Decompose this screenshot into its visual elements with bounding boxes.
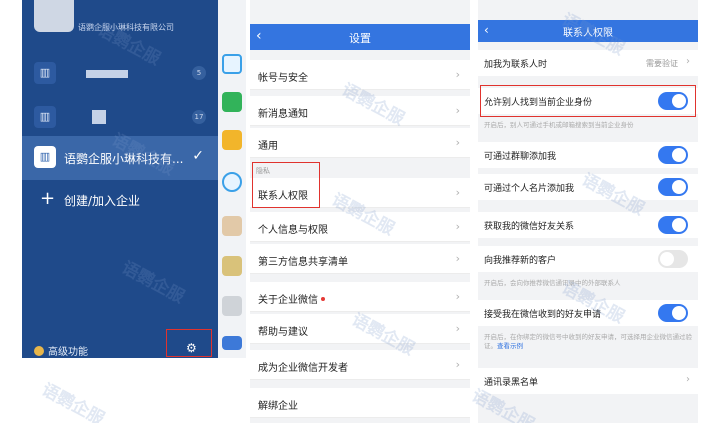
chevron-right-icon: › <box>455 220 460 233</box>
chevron-right-icon: › <box>455 68 460 81</box>
item-label: 第三方信息共享清单 <box>258 257 348 268</box>
row-label: 可通过个人名片添加我 <box>484 184 575 194</box>
row-label: 获取我的微信好友关系 <box>484 222 575 232</box>
company-row-2[interactable]: ▥ 17 <box>22 96 218 140</box>
company-row-1[interactable]: ▥ 5 <box>22 52 218 96</box>
new-dot-icon <box>321 297 325 301</box>
item-label: 解绑企业 <box>258 401 298 412</box>
create-join-row[interactable]: + 创建/加入企业 <box>22 178 218 222</box>
view-example-link[interactable]: 查看示例 <box>497 342 523 350</box>
plus-icon: + <box>40 188 56 209</box>
chevron-right-icon: › <box>455 358 460 371</box>
app-icon[interactable] <box>222 216 242 236</box>
settings-panel: ‹ 设置 帐号与安全 › 新消息通知 › 通用 › 隐私 联系人权限 › 个人信… <box>250 0 470 423</box>
chevron-right-icon: › <box>686 56 690 67</box>
settings-item-third-party[interactable]: 第三方信息共享清单 › <box>250 244 470 274</box>
add-contact-row[interactable]: 加我为联系人时 需要验证 › <box>478 50 698 76</box>
group-add-row: 可通过群聊添加我 <box>478 142 698 168</box>
building-icon: ▥ <box>34 62 56 84</box>
permissions-header: ‹ 联系人权限 <box>478 20 698 42</box>
row-value: 需要验证 <box>646 59 678 68</box>
settings-title: 设置 <box>349 32 371 45</box>
app-icon[interactable] <box>222 54 242 74</box>
building-icon: ▥ <box>34 146 56 168</box>
card-add-toggle[interactable] <box>658 178 688 196</box>
check-icon: ✓ <box>192 148 204 164</box>
chevron-right-icon: › <box>686 374 690 385</box>
group-add-toggle[interactable] <box>658 146 688 164</box>
item-label: 帐号与安全 <box>258 73 308 84</box>
permissions-panel: ‹ 联系人权限 加我为联系人时 需要验证 › 允许别人找到当前企业身份 开启后，… <box>478 0 698 423</box>
blacklist-row[interactable]: 通讯录黑名单 › <box>478 368 698 394</box>
card-add-row: 可通过个人名片添加我 <box>478 174 698 200</box>
recommend-row: 向我推荐新的客户 <box>478 246 698 272</box>
about-label: 关于企业微信 <box>258 295 318 306</box>
blurred-name <box>86 70 128 78</box>
wechat-friends-toggle[interactable] <box>658 216 688 234</box>
settings-item-logout[interactable]: 解绑企业 <box>250 388 470 418</box>
app-icon[interactable] <box>222 256 242 276</box>
chevron-right-icon: › <box>455 290 460 303</box>
settings-item-notify[interactable]: 新消息通知 › <box>250 96 470 126</box>
top-company-name: 语鹦企服小琳科技有限公司 <box>78 23 174 32</box>
settings-item-personal[interactable]: 个人信息与权限 › <box>250 212 470 242</box>
chevron-right-icon: › <box>455 186 460 199</box>
settings-item-about[interactable]: 关于企业微信 › <box>250 282 470 312</box>
create-join-label: 创建/加入企业 <box>64 194 141 208</box>
accept-requests-toggle[interactable] <box>658 304 688 322</box>
gear-icon[interactable]: ⚙ <box>186 341 197 355</box>
drawer-panel: 语鹦企服小琳科技有限公司 ▥ 5 ▥ 17 ▥ 语鹦企服小琳科技有... ✓ +… <box>0 0 246 423</box>
contact-app-icon[interactable] <box>222 92 242 112</box>
settings-item-account[interactable]: 帐号与安全 › <box>250 60 470 90</box>
recommend-toggle[interactable] <box>658 250 688 268</box>
chevron-right-icon: › <box>455 322 460 335</box>
item-label: 成为企业微信开发者 <box>258 363 348 374</box>
item-label: 通用 <box>258 141 278 152</box>
doc-app-icon[interactable] <box>222 130 242 150</box>
unread-badge: 5 <box>192 66 206 80</box>
app-icon[interactable] <box>222 296 242 316</box>
company-avatar <box>34 0 74 32</box>
row-label: 通讯录黑名单 <box>484 378 539 388</box>
row-label: 可通过群聊添加我 <box>484 152 557 162</box>
row-label: 接受我在微信收到的好友申请 <box>484 310 602 320</box>
active-company-name: 语鹦企服小琳科技有... <box>64 152 184 166</box>
advanced-label: 高级功能 <box>48 347 88 358</box>
advanced-features[interactable]: 高级功能 <box>34 343 88 358</box>
settings-item-developer[interactable]: 成为企业微信开发者 › <box>250 350 470 380</box>
allow-find-highlight-box <box>480 85 696 117</box>
item-label: 关于企业微信 <box>258 291 325 306</box>
settings-item-general[interactable]: 通用 › <box>250 128 470 158</box>
item-label: 个人信息与权限 <box>258 225 328 236</box>
app-icon[interactable] <box>222 336 242 350</box>
recommend-note: 开启后，会向你推荐微信通讯录中的外部联系人 <box>484 279 621 287</box>
blurred-name <box>92 110 106 124</box>
company-row-active[interactable]: ▥ 语鹦企服小琳科技有... ✓ <box>22 136 218 180</box>
advanced-icon <box>34 346 44 356</box>
accept-note: 开启后，在你绑定的微信号中收到的好友申请，可选择用企业微信通过验证。查看示例 <box>484 333 694 351</box>
permissions-title: 联系人权限 <box>563 28 613 39</box>
building-icon: ▥ <box>34 106 56 128</box>
item-label: 新消息通知 <box>258 109 308 120</box>
enterprise-drawer: 语鹦企服小琳科技有限公司 ▥ 5 ▥ 17 ▥ 语鹦企服小琳科技有... ✓ +… <box>22 0 218 358</box>
settings-header: ‹ 设置 <box>250 24 470 50</box>
settings-item-help[interactable]: 帮助与建议 › <box>250 314 470 344</box>
row-label: 向我推荐新的客户 <box>484 256 557 266</box>
unread-badge: 17 <box>192 110 206 124</box>
item-label: 帮助与建议 <box>258 327 308 338</box>
chevron-right-icon: › <box>455 252 460 265</box>
accept-requests-row: 接受我在微信收到的好友申请 <box>478 300 698 326</box>
chevron-right-icon: › <box>455 136 460 149</box>
chevron-right-icon: › <box>455 104 460 117</box>
app-icon-strip <box>218 0 246 358</box>
row-label: 加我为联系人时 <box>484 60 548 70</box>
wechat-friends-row: 获取我的微信好友关系 <box>478 212 698 238</box>
contact-perm-highlight-box <box>252 162 320 208</box>
allow-find-note: 开启后，别人可通过手机或邮箱搜索到当前企业身份 <box>484 121 634 129</box>
chat-app-icon[interactable] <box>222 172 242 192</box>
